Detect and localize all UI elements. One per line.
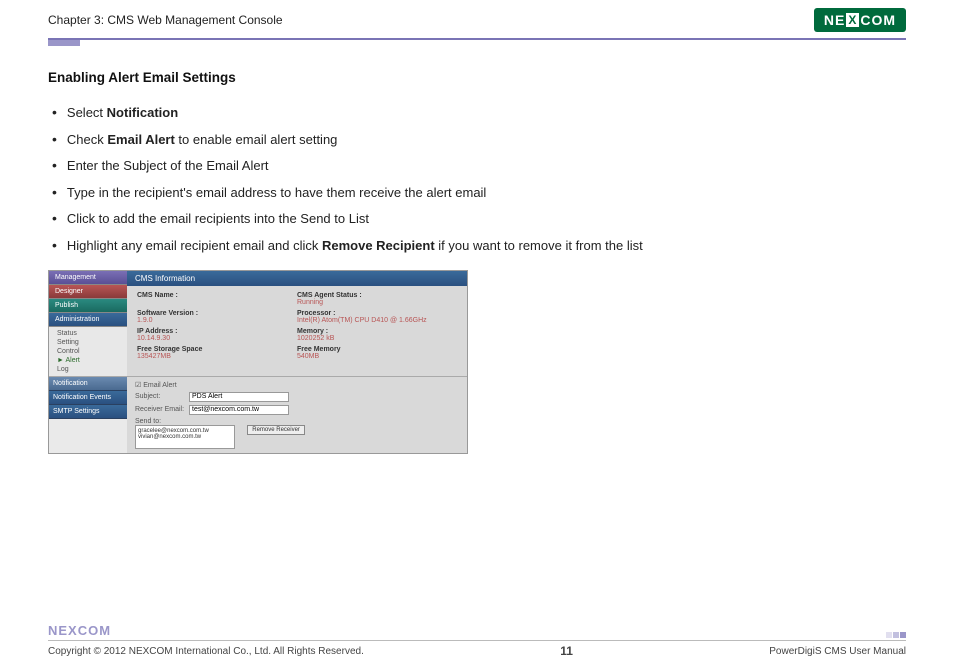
page-content: Enabling Alert Email Settings Select Not… (0, 46, 954, 454)
label-ip: IP Address : (137, 328, 297, 335)
sidebar-sub-log[interactable]: Log (49, 365, 127, 374)
list-item: Check Email Alert to enable email alert … (52, 130, 906, 150)
receiver-email-input[interactable] (189, 405, 289, 415)
left-sidebar: Management Designer Publish Administrati… (49, 271, 127, 376)
alert-form: ☑ Email Alert Subject: Receiver Email: S… (127, 377, 467, 453)
screenshot-top: Management Designer Publish Administrati… (49, 271, 467, 377)
sidebar-item-administration[interactable]: Administration (49, 313, 127, 327)
list-item: Click to add the email recipients into t… (52, 209, 906, 229)
tab-smtp-settings[interactable]: SMTP Settings (49, 405, 127, 419)
footer-logo: NEXCOM (48, 623, 906, 638)
left-tabs: Notification Notification Events SMTP Se… (49, 377, 127, 453)
sidebar-sub-setting[interactable]: Setting (49, 338, 127, 347)
list-item: Highlight any email recipient email and … (52, 236, 906, 256)
label-cms-name: CMS Name : (137, 292, 297, 299)
sidebar-sublist: Status Setting Control ► Alert Log (49, 327, 127, 376)
copyright-text: Copyright © 2012 NEXCOM International Co… (48, 646, 364, 657)
sidebar-sub-control[interactable]: Control (49, 347, 127, 356)
label-free-memory: Free Memory (297, 346, 457, 353)
instruction-list: Select Notification Check Email Alert to… (52, 103, 906, 256)
list-item: Type in the recipient's email address to… (52, 183, 906, 203)
manual-name: PowerDigiS CMS User Manual (769, 646, 906, 657)
screenshot-bottom: Notification Notification Events SMTP Se… (49, 377, 467, 453)
sidebar-item-designer[interactable]: Designer (49, 285, 127, 299)
tab-notification-events[interactable]: Notification Events (49, 391, 127, 405)
label-subject: Subject: (135, 393, 189, 400)
page-number: 11 (560, 644, 573, 658)
label-receiver: Receiver Email: (135, 406, 189, 413)
label-processor: Processor : (297, 310, 457, 317)
page-header: Chapter 3: CMS Web Management Console NE… (0, 0, 954, 36)
main-panel-title: CMS Information (127, 271, 467, 286)
info-grid: CMS Name : CMS Agent Status :Running Sof… (127, 286, 467, 370)
brand-logo: NEXCOM (814, 8, 906, 32)
label-sw-version: Software Version : (137, 310, 297, 317)
send-to-listbox[interactable]: gracelee@nexcom.com.tw vivian@nexcom.com… (135, 425, 235, 449)
tab-notification[interactable]: Notification (49, 377, 127, 391)
section-title: Enabling Alert Email Settings (48, 70, 906, 85)
chapter-title: Chapter 3: CMS Web Management Console (48, 13, 283, 27)
list-entry[interactable]: vivian@nexcom.com.tw (138, 434, 232, 440)
label-memory: Memory : (297, 328, 457, 335)
sidebar-item-publish[interactable]: Publish (49, 299, 127, 313)
footer-divider (48, 640, 906, 641)
main-panel: CMS Information CMS Name : CMS Agent Sta… (127, 271, 467, 376)
sidebar-sub-alert[interactable]: ► Alert (49, 356, 127, 365)
label-free-storage: Free Storage Space (137, 346, 297, 353)
list-item: Select Notification (52, 103, 906, 123)
remove-receiver-button[interactable]: Remove Receiver (247, 425, 305, 435)
embedded-screenshot: Management Designer Publish Administrati… (48, 270, 468, 454)
label-send-to: Send to: (135, 418, 459, 425)
subject-input[interactable] (189, 392, 289, 402)
label-agent-status: CMS Agent Status : (297, 292, 457, 299)
email-alert-checkbox[interactable]: ☑ Email Alert (135, 381, 459, 389)
sidebar-item-management[interactable]: Management (49, 271, 127, 285)
page-footer: NEXCOM Copyright © 2012 NEXCOM Internati… (0, 623, 954, 658)
sidebar-sub-status[interactable]: Status (49, 329, 127, 338)
header-divider (48, 38, 906, 40)
list-item: Enter the Subject of the Email Alert (52, 156, 906, 176)
